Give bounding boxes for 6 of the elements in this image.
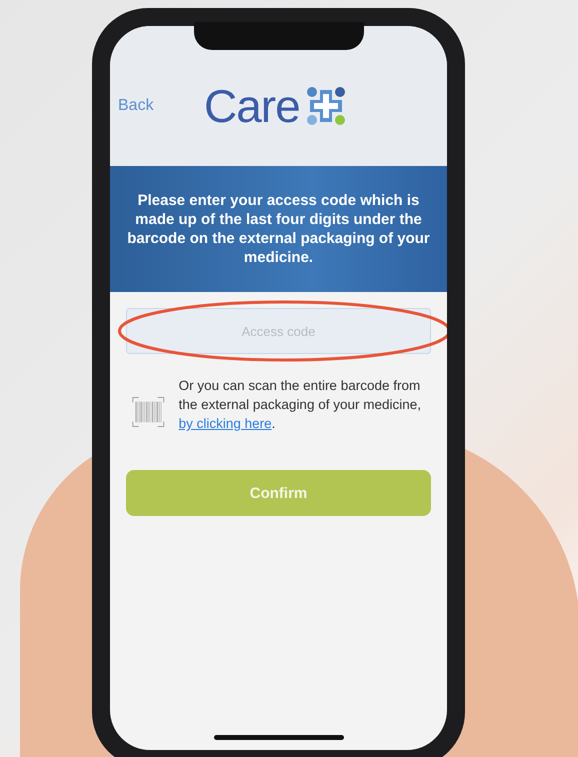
- confirm-button[interactable]: Confirm: [126, 470, 431, 516]
- back-link[interactable]: Back: [118, 97, 204, 115]
- scan-link[interactable]: by clicking here: [178, 416, 272, 431]
- instruction-text: Please enter your access code which is made up of the last four digits under the barcode on the external packaging of your medicine.: [126, 191, 431, 267]
- scan-instruction-text: Or you can scan the entire barcode from the external packaging of your medicine, by clicking here.: [178, 377, 422, 433]
- logo-text: Care: [204, 79, 300, 133]
